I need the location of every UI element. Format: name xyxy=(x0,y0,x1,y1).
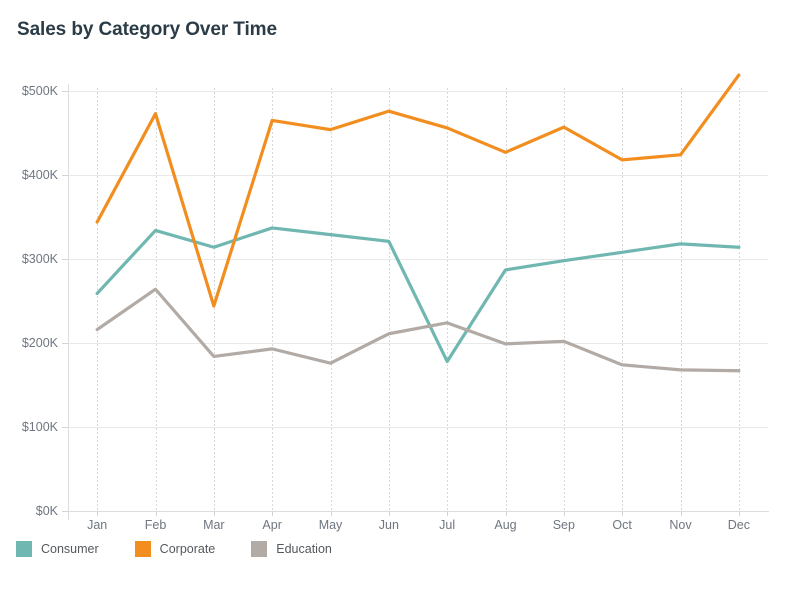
x-tick-label-Oct: Oct xyxy=(612,518,632,532)
x-tick-label-Jan: Jan xyxy=(87,518,108,532)
gridline-v-May xyxy=(330,88,332,516)
legend-label-consumer: Consumer xyxy=(41,542,99,556)
y-tick-label-$200K: $200K xyxy=(21,336,58,350)
legend-item-consumer[interactable]: Consumer xyxy=(16,541,99,557)
chart-container: Sales by Category Over Time $0K $100K $200… xyxy=(0,0,800,600)
gridline-v-Jul xyxy=(447,88,449,516)
x-tick-label-Jun: Jun xyxy=(378,518,399,532)
gridline-v-Dec xyxy=(738,88,740,516)
y-tick-label-$100K: $100K xyxy=(21,420,58,434)
y-tick-mark-$300K xyxy=(62,259,68,260)
legend-swatch-education xyxy=(251,541,268,557)
x-tick-mark-Jun xyxy=(388,511,390,516)
x-tick-label-Nov: Nov xyxy=(669,518,692,532)
y-tick-mark-$200K xyxy=(62,343,68,344)
x-tick-mark-Sep xyxy=(563,511,565,516)
gridline-v-Sep xyxy=(563,88,565,516)
x-tick-label-Aug: Aug xyxy=(494,518,517,532)
x-tick-label-Sep: Sep xyxy=(552,518,575,532)
y-tick-mark-$0K xyxy=(62,511,68,512)
gridline-v-Nov xyxy=(680,88,682,516)
y-tick-mark-$400K xyxy=(62,175,68,176)
gridline-v-Aug xyxy=(505,88,507,516)
x-tick-label-Mar: Mar xyxy=(203,518,225,532)
y-tick-mark-$500K xyxy=(62,91,68,92)
gridline-v-Mar xyxy=(213,88,215,516)
x-tick-mark-Mar xyxy=(213,511,215,516)
y-tick-label-$300K: $300K xyxy=(21,252,58,266)
x-tick-label-Dec: Dec xyxy=(727,518,750,532)
x-axis-line xyxy=(68,511,769,512)
x-tick-mark-Feb xyxy=(155,511,157,516)
x-tick-label-Jul: Jul xyxy=(439,518,456,532)
gridline-v-Jan xyxy=(97,88,99,516)
y-tick-label-$0K: $0K xyxy=(35,504,58,518)
legend-label-corporate: Corporate xyxy=(159,542,216,556)
legend-swatch-corporate xyxy=(134,541,151,557)
chart-legend: Consumer Corporate Education xyxy=(16,541,368,557)
plot-area xyxy=(68,88,768,516)
gridline-h-$300K xyxy=(68,259,768,260)
x-tick-mark-Oct xyxy=(622,511,624,516)
x-tick-mark-Apr xyxy=(272,511,274,516)
gridline-h-$400K xyxy=(68,175,768,176)
legend-swatch-consumer xyxy=(16,541,32,557)
gridline-v-Jun xyxy=(388,88,390,516)
legend-item-education[interactable]: Education xyxy=(251,541,332,557)
y-tick-label-$400K: $400K xyxy=(21,168,58,182)
legend-item-corporate[interactable]: Corporate xyxy=(134,541,216,557)
y-axis-line xyxy=(68,84,69,520)
y-tick-mark-$100K xyxy=(62,427,68,428)
chart-title: Sales by Category Over Time xyxy=(17,19,277,40)
gridline-h-$100K xyxy=(68,427,768,428)
x-tick-mark-May xyxy=(330,511,332,516)
legend-label-education: Education xyxy=(276,542,332,556)
gridline-h-$500K xyxy=(68,91,768,92)
gridline-h-$200K xyxy=(68,343,768,344)
x-tick-label-Apr: Apr xyxy=(262,518,282,532)
x-tick-label-Feb: Feb xyxy=(144,518,167,532)
x-tick-mark-Dec xyxy=(738,511,740,516)
x-tick-mark-Nov xyxy=(680,511,682,516)
gridline-v-Apr xyxy=(272,88,274,516)
x-tick-mark-Jan xyxy=(97,511,99,516)
x-tick-mark-Aug xyxy=(505,511,507,516)
x-tick-label-May: May xyxy=(318,518,343,532)
x-tick-mark-Jul xyxy=(447,511,449,516)
gridline-v-Feb xyxy=(155,88,157,516)
gridline-v-Oct xyxy=(622,88,624,516)
y-tick-label-$500K: $500K xyxy=(21,84,58,98)
